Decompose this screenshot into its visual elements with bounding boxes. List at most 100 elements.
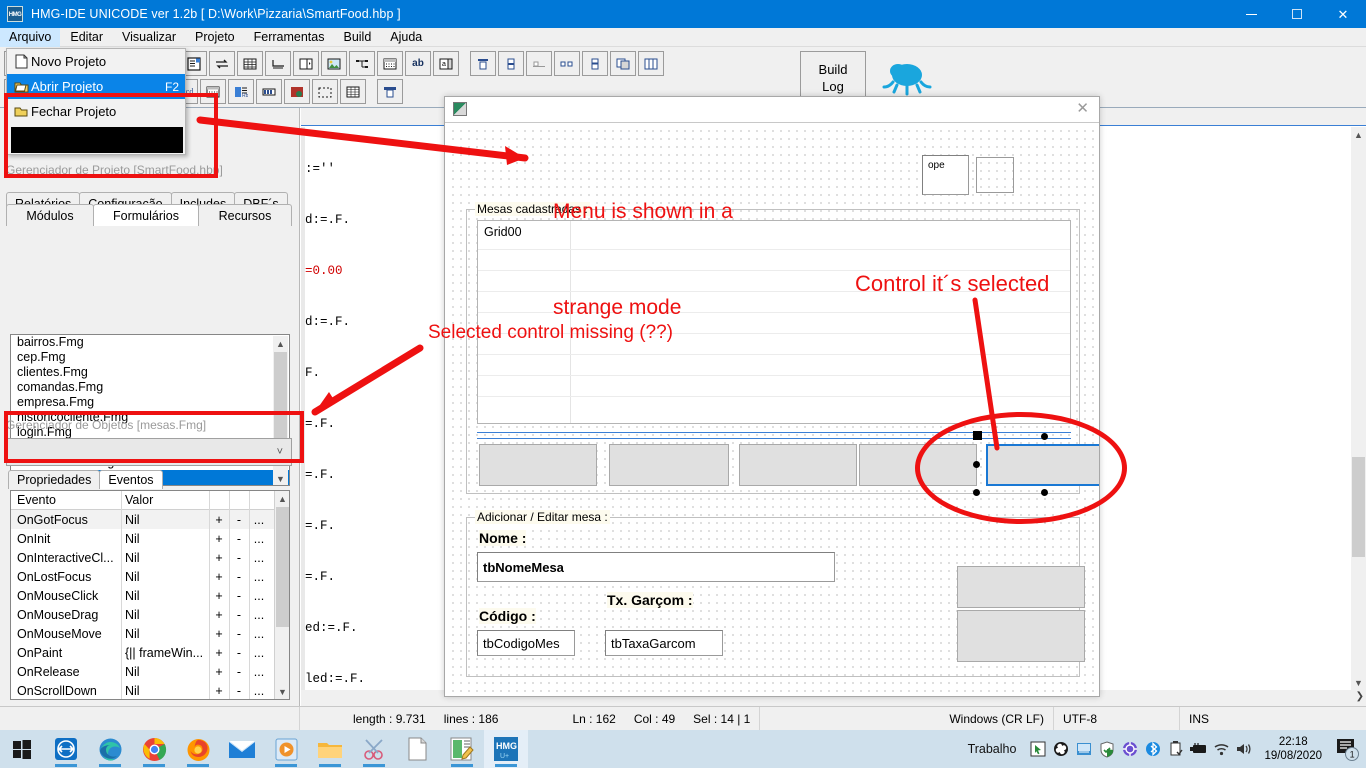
snipping-tool-icon[interactable] [352, 730, 396, 768]
maximize-button[interactable] [1274, 0, 1320, 28]
table-row[interactable]: OnPaint {|| frameWin... + - ... [11, 643, 289, 662]
more-button[interactable]: ... [249, 570, 269, 584]
more-button[interactable]: ... [249, 589, 269, 603]
battery-icon[interactable] [1187, 730, 1210, 768]
list-item[interactable]: empresa.Fmg [11, 395, 289, 410]
remove-button[interactable]: - [229, 665, 249, 679]
resize-handle-top-left[interactable] [973, 431, 982, 440]
remove-button[interactable]: - [229, 589, 249, 603]
scroll-down-icon[interactable]: ▼ [275, 684, 289, 699]
table-row[interactable]: OnRelease Nil + - ... [11, 662, 289, 681]
more-button[interactable]: ... [249, 551, 269, 565]
table-icon[interactable] [340, 79, 366, 104]
cursor-icon[interactable] [1026, 730, 1049, 768]
rich-edit-icon[interactable]: Rb [228, 79, 254, 104]
more-button[interactable]: ... [249, 608, 269, 622]
edge-icon[interactable] [88, 730, 132, 768]
fan-icon[interactable] [1049, 730, 1072, 768]
designer-button-2[interactable] [609, 444, 729, 486]
designer-control-blank-button[interactable] [976, 157, 1014, 193]
list-item[interactable]: clientes.Fmg [11, 365, 289, 380]
designer-control-ope[interactable]: ope [922, 155, 969, 195]
media-player-icon[interactable] [264, 730, 308, 768]
table-row[interactable]: OnScrollDown Nil + - ... [11, 681, 289, 699]
form-designer-window[interactable]: ✕ ope Mesas cadastradas : Grid00 Adicion… [444, 96, 1100, 697]
add-button[interactable]: + [209, 551, 229, 565]
columns-icon[interactable] [638, 51, 664, 76]
remove-button[interactable]: - [229, 551, 249, 565]
scroll-down-icon[interactable]: ▼ [1351, 675, 1366, 690]
taskbar-clock[interactable]: 22:18 19/08/2020 [1256, 735, 1330, 763]
menu-item-fechar-projeto[interactable]: Fechar Projeto [7, 99, 185, 124]
event-value[interactable]: {|| frameWin... [121, 646, 209, 660]
more-button[interactable]: ... [249, 665, 269, 679]
object-manager-combo[interactable]: ˅ [6, 438, 292, 466]
table-row[interactable]: OnMouseClick Nil + - ... [11, 586, 289, 605]
distribute-horizontal-icon[interactable] [554, 51, 580, 76]
file-explorer-icon[interactable] [308, 730, 352, 768]
events-grid[interactable]: Evento Valor OnGotFocus Nil + - ... OnIn… [10, 490, 290, 700]
more-button[interactable]: ... [249, 513, 269, 527]
scroll-up-icon[interactable]: ▲ [1351, 127, 1366, 142]
editor-vertical-scrollbar[interactable]: ▲ ▼ [1351, 127, 1366, 690]
bluetooth-icon[interactable] [1141, 730, 1164, 768]
hmg-tool-icon[interactable] [377, 79, 403, 104]
more-button[interactable]: ... [249, 532, 269, 546]
designer-button-save[interactable] [957, 566, 1085, 608]
table-row[interactable]: OnMouseDrag Nil + - ... [11, 605, 289, 624]
scroll-right-icon[interactable]: ❯ [1356, 691, 1364, 702]
close-button[interactable]: ✕ [1320, 0, 1366, 28]
menu-item-novo-projeto[interactable]: Novo Projeto [7, 49, 185, 74]
label-control-icon[interactable]: ab [405, 51, 431, 76]
add-button[interactable]: + [209, 646, 229, 660]
usb-eject-icon[interactable] [1164, 730, 1187, 768]
menu-item-build[interactable]: Build [334, 28, 380, 47]
remove-button[interactable]: - [229, 684, 249, 698]
event-value[interactable]: Nil [121, 665, 209, 679]
event-value[interactable]: Nil [121, 570, 209, 584]
frame-icon[interactable] [312, 79, 338, 104]
menu-item-ferramentas[interactable]: Ferramentas [245, 28, 334, 47]
event-value[interactable]: Nil [121, 532, 209, 546]
resize-handle-middle-left[interactable] [973, 461, 980, 468]
resize-handle-bottom-center[interactable] [1041, 489, 1048, 496]
calendar-control-icon[interactable] [377, 51, 403, 76]
scroll-down-icon[interactable]: ▼ [273, 471, 288, 485]
notifications-icon[interactable]: 1 [1330, 730, 1366, 768]
table-row[interactable]: OnInteractiveCl... Nil + - ... [11, 548, 289, 567]
image-control-icon[interactable] [321, 51, 347, 76]
list-item[interactable]: bairros.Fmg [11, 335, 289, 350]
field-nome-mesa[interactable]: tbNomeMesa [477, 552, 835, 582]
ruler-control-icon[interactable] [265, 51, 291, 76]
menu-item-ajuda[interactable]: Ajuda [381, 28, 431, 47]
scroll-up-icon[interactable]: ▲ [273, 336, 288, 351]
sync-icon[interactable] [1118, 730, 1141, 768]
add-button[interactable]: + [209, 570, 229, 584]
hmg-ide-icon[interactable]: HMG U+ [484, 730, 528, 768]
remove-button[interactable]: - [229, 532, 249, 546]
tab-eventos[interactable]: Eventos [99, 470, 163, 489]
designer-button-cancel[interactable] [957, 610, 1085, 662]
anim-control-icon[interactable]: a [433, 51, 459, 76]
table-row[interactable]: OnLostFocus Nil + - ... [11, 567, 289, 586]
menu-item-projeto[interactable]: Projeto [186, 28, 244, 47]
scroll-up-icon[interactable]: ▲ [275, 491, 289, 506]
menu-item-visualizar[interactable]: Visualizar [113, 28, 185, 47]
align-middle-icon[interactable] [498, 51, 524, 76]
remove-button[interactable]: - [229, 627, 249, 641]
remove-button[interactable]: - [229, 608, 249, 622]
add-button[interactable]: + [209, 627, 229, 641]
selected-control[interactable] [986, 444, 1099, 486]
event-value[interactable]: Nil [121, 684, 209, 698]
event-value[interactable]: Nil [121, 513, 209, 527]
event-value[interactable]: Nil [121, 551, 209, 565]
volume-icon[interactable] [1233, 730, 1256, 768]
remove-button[interactable]: - [229, 646, 249, 660]
menu-item-arquivo[interactable]: Arquivo [0, 27, 61, 47]
firefox-icon[interactable] [176, 730, 220, 768]
table-row[interactable]: OnInit Nil + - ... [11, 529, 289, 548]
chrome-icon[interactable] [132, 730, 176, 768]
table-row[interactable]: OnGotFocus Nil + - ... [11, 510, 289, 529]
event-value[interactable]: Nil [121, 627, 209, 641]
scroll-thumb[interactable] [274, 352, 287, 442]
